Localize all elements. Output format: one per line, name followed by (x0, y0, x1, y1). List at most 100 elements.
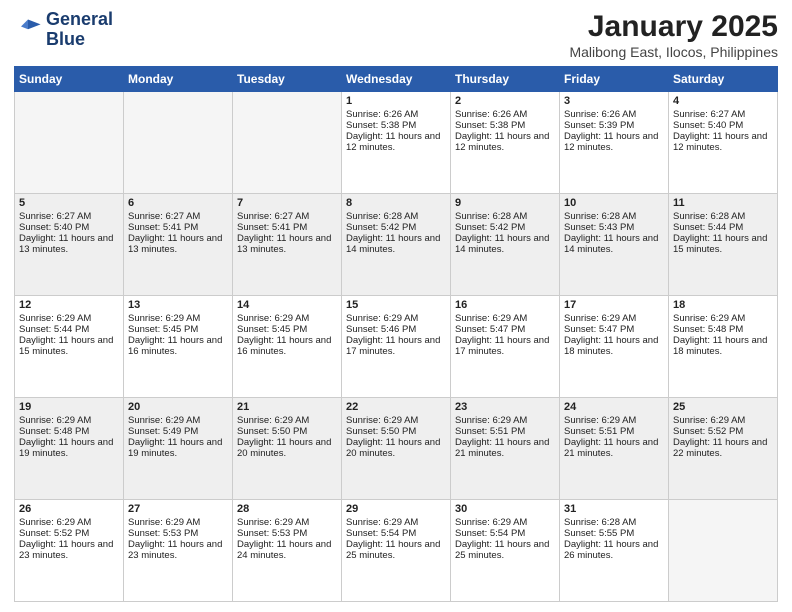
daylight-text: Daylight: 11 hours and 16 minutes. (128, 335, 228, 357)
sunset-text: Sunset: 5:48 PM (19, 426, 119, 437)
calendar-week-row: 19Sunrise: 6:29 AMSunset: 5:48 PMDayligh… (15, 398, 778, 500)
day-number: 18 (673, 299, 773, 311)
sunset-text: Sunset: 5:38 PM (455, 120, 555, 131)
sunset-text: Sunset: 5:51 PM (564, 426, 664, 437)
day-number: 9 (455, 197, 555, 209)
daylight-text: Daylight: 11 hours and 14 minutes. (455, 233, 555, 255)
daylight-text: Daylight: 11 hours and 19 minutes. (128, 437, 228, 459)
sunset-text: Sunset: 5:44 PM (673, 222, 773, 233)
day-number: 12 (19, 299, 119, 311)
day-number: 3 (564, 95, 664, 107)
daylight-text: Daylight: 11 hours and 22 minutes. (673, 437, 773, 459)
calendar-cell: 23Sunrise: 6:29 AMSunset: 5:51 PMDayligh… (451, 398, 560, 500)
sunrise-text: Sunrise: 6:27 AM (128, 211, 228, 222)
sunrise-text: Sunrise: 6:29 AM (673, 313, 773, 324)
sunrise-text: Sunrise: 6:29 AM (237, 313, 337, 324)
day-number: 20 (128, 401, 228, 413)
daylight-text: Daylight: 11 hours and 16 minutes. (237, 335, 337, 357)
day-number: 31 (564, 503, 664, 515)
sunrise-text: Sunrise: 6:29 AM (19, 415, 119, 426)
calendar-week-row: 12Sunrise: 6:29 AMSunset: 5:44 PMDayligh… (15, 296, 778, 398)
sunrise-text: Sunrise: 6:29 AM (237, 415, 337, 426)
page: General Blue January 2025 Malibong East,… (0, 0, 792, 612)
sunset-text: Sunset: 5:53 PM (237, 528, 337, 539)
sunrise-text: Sunrise: 6:26 AM (346, 109, 446, 120)
sunset-text: Sunset: 5:45 PM (128, 324, 228, 335)
calendar-cell (124, 92, 233, 194)
calendar-cell (233, 92, 342, 194)
daylight-text: Daylight: 11 hours and 14 minutes. (564, 233, 664, 255)
sunset-text: Sunset: 5:45 PM (237, 324, 337, 335)
calendar-cell: 18Sunrise: 6:29 AMSunset: 5:48 PMDayligh… (669, 296, 778, 398)
sunset-text: Sunset: 5:40 PM (19, 222, 119, 233)
day-number: 29 (346, 503, 446, 515)
sunrise-text: Sunrise: 6:29 AM (564, 313, 664, 324)
weekday-header: Thursday (451, 67, 560, 92)
calendar-cell: 9Sunrise: 6:28 AMSunset: 5:42 PMDaylight… (451, 194, 560, 296)
day-number: 26 (19, 503, 119, 515)
day-number: 2 (455, 95, 555, 107)
daylight-text: Daylight: 11 hours and 12 minutes. (455, 131, 555, 153)
sunset-text: Sunset: 5:50 PM (237, 426, 337, 437)
sunrise-text: Sunrise: 6:27 AM (673, 109, 773, 120)
calendar-week-row: 26Sunrise: 6:29 AMSunset: 5:52 PMDayligh… (15, 500, 778, 602)
sunrise-text: Sunrise: 6:27 AM (19, 211, 119, 222)
weekday-header: Sunday (15, 67, 124, 92)
sunset-text: Sunset: 5:48 PM (673, 324, 773, 335)
day-number: 19 (19, 401, 119, 413)
calendar-cell (669, 500, 778, 602)
calendar-cell: 25Sunrise: 6:29 AMSunset: 5:52 PMDayligh… (669, 398, 778, 500)
calendar-cell: 30Sunrise: 6:29 AMSunset: 5:54 PMDayligh… (451, 500, 560, 602)
calendar-title: January 2025 (569, 10, 778, 44)
sunrise-text: Sunrise: 6:29 AM (455, 313, 555, 324)
header: General Blue January 2025 Malibong East,… (14, 10, 778, 60)
sunset-text: Sunset: 5:53 PM (128, 528, 228, 539)
day-number: 22 (346, 401, 446, 413)
logo-icon (14, 16, 42, 44)
sunrise-text: Sunrise: 6:29 AM (564, 415, 664, 426)
calendar-cell: 28Sunrise: 6:29 AMSunset: 5:53 PMDayligh… (233, 500, 342, 602)
weekday-header: Tuesday (233, 67, 342, 92)
sunrise-text: Sunrise: 6:27 AM (237, 211, 337, 222)
weekday-header: Wednesday (342, 67, 451, 92)
daylight-text: Daylight: 11 hours and 19 minutes. (19, 437, 119, 459)
calendar-cell: 2Sunrise: 6:26 AMSunset: 5:38 PMDaylight… (451, 92, 560, 194)
sunrise-text: Sunrise: 6:29 AM (455, 517, 555, 528)
daylight-text: Daylight: 11 hours and 21 minutes. (455, 437, 555, 459)
sunset-text: Sunset: 5:41 PM (128, 222, 228, 233)
sunset-text: Sunset: 5:42 PM (346, 222, 446, 233)
title-block: January 2025 Malibong East, Ilocos, Phil… (569, 10, 778, 60)
daylight-text: Daylight: 11 hours and 23 minutes. (19, 539, 119, 561)
calendar-week-row: 5Sunrise: 6:27 AMSunset: 5:40 PMDaylight… (15, 194, 778, 296)
daylight-text: Daylight: 11 hours and 13 minutes. (237, 233, 337, 255)
day-number: 8 (346, 197, 446, 209)
sunset-text: Sunset: 5:38 PM (346, 120, 446, 131)
sunset-text: Sunset: 5:42 PM (455, 222, 555, 233)
day-number: 27 (128, 503, 228, 515)
sunset-text: Sunset: 5:47 PM (455, 324, 555, 335)
calendar-cell: 12Sunrise: 6:29 AMSunset: 5:44 PMDayligh… (15, 296, 124, 398)
calendar-cell: 13Sunrise: 6:29 AMSunset: 5:45 PMDayligh… (124, 296, 233, 398)
day-number: 23 (455, 401, 555, 413)
calendar-cell: 11Sunrise: 6:28 AMSunset: 5:44 PMDayligh… (669, 194, 778, 296)
calendar-cell: 19 Sunrise: 6:29 AMSunset: 5:48 PMDayligh… (15, 398, 124, 500)
sunrise-text: Sunrise: 6:29 AM (455, 415, 555, 426)
calendar-subtitle: Malibong East, Ilocos, Philippines (569, 44, 778, 60)
sunrise-text: Sunrise: 6:29 AM (673, 415, 773, 426)
day-number: 28 (237, 503, 337, 515)
day-number: 17 (564, 299, 664, 311)
calendar-cell: 17Sunrise: 6:29 AMSunset: 5:47 PMDayligh… (560, 296, 669, 398)
day-number: 30 (455, 503, 555, 515)
sunrise-text: Sunrise: 6:26 AM (564, 109, 664, 120)
calendar-cell: 20Sunrise: 6:29 AMSunset: 5:49 PMDayligh… (124, 398, 233, 500)
logo-line1: General (46, 10, 113, 30)
daylight-text: Daylight: 11 hours and 15 minutes. (673, 233, 773, 255)
sunset-text: Sunset: 5:47 PM (564, 324, 664, 335)
calendar-cell: 14Sunrise: 6:29 AMSunset: 5:45 PMDayligh… (233, 296, 342, 398)
sunset-text: Sunset: 5:52 PM (673, 426, 773, 437)
daylight-text: Daylight: 11 hours and 17 minutes. (455, 335, 555, 357)
weekday-header: Monday (124, 67, 233, 92)
weekday-header-row: SundayMondayTuesdayWednesdayThursdayFrid… (15, 67, 778, 92)
weekday-header: Friday (560, 67, 669, 92)
daylight-text: Daylight: 11 hours and 21 minutes. (564, 437, 664, 459)
